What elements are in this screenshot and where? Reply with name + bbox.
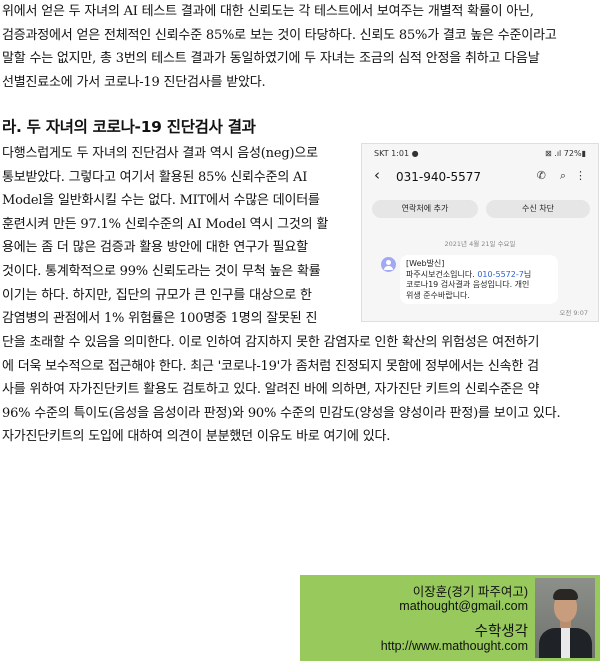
block-number-button[interactable]: 수신 차단 xyxy=(486,200,590,218)
message-line: 파주시보건소입니다. 010-5572-7님 xyxy=(406,270,552,281)
photo-hair xyxy=(553,589,578,600)
text-line: 훈련시켜 만든 97.1% 신뢰수준의 AI Model 역시 그것의 활 xyxy=(2,216,329,232)
author-photo xyxy=(535,578,595,658)
more-options-icon[interactable]: ⋮ xyxy=(575,169,586,182)
text-line: 용에는 좀 더 많은 검증과 활용 방안에 대한 연구가 필요할 xyxy=(2,240,308,256)
text-line: 에 더욱 보수적으로 접근해야 한다. 최근 '코로나-19'가 좀처럼 진정되… xyxy=(2,358,539,374)
message-date: 2021년 4월 21일 수요일 xyxy=(444,240,516,248)
photo-coat-left xyxy=(539,628,561,658)
text-line: 96% 수준의 특이도(음성을 음성이라 판정)와 90% 수준의 민감도(양성… xyxy=(2,405,561,421)
search-icon[interactable]: ⌕ xyxy=(560,169,566,183)
call-icon[interactable]: ✆ xyxy=(537,169,546,182)
conversation-header: ‹ 031-940-5577 ✆ ⌕ ⋮ xyxy=(374,166,588,188)
text-line: 다행스럽게도 두 자녀의 진단검사 결과 역시 음성(neg)으로 xyxy=(2,146,318,161)
text-line: 단을 초래할 수 있음을 의미한다. 이로 인하여 감지하지 못한 감염자로 인… xyxy=(2,335,540,350)
message-line: 위생 준수바랍니다. xyxy=(406,290,470,300)
sender-avatar-icon xyxy=(381,257,396,272)
intro-paragraph: 위에서 얻은 두 자녀의 AI 테스트 결과에 대한 신뢰도는 각 테스트에서 … xyxy=(2,0,598,94)
text-line: 통보받았다. 그렇다고 여기서 활용된 85% 신뢰수준의 AI xyxy=(2,169,308,185)
author-info-box: 이장훈(경기 파주여고) mathought@gmail.com 수학생각 ht… xyxy=(300,575,600,661)
result-paragraph: 다행스럽게도 두 자녀의 진단검사 결과 역시 음성(neg)으로 통보받았다.… xyxy=(2,142,350,331)
sms-screenshot: SKT 1:01 ● ⊠ .ıl 72%▮ ‹ 031-940-5577 ✆ ⌕… xyxy=(361,143,599,322)
text-line: 위에서 얻은 두 자녀의 AI 테스트 결과에 대한 신뢰도는 각 테스트에서 … xyxy=(2,4,534,19)
text-line: Model을 일반화시킬 수는 없다. MIT에서 수많은 데이터를 xyxy=(2,193,320,209)
phone-link[interactable]: 010-5572-7 xyxy=(477,270,524,279)
back-arrow-icon[interactable]: ‹ xyxy=(374,166,380,184)
text-line: 자가진단키트의 도입에 대하여 의견이 분분했던 이유도 바로 여기에 있다. xyxy=(2,429,391,445)
status-carrier-time: SKT 1:01 ● xyxy=(374,149,419,158)
sender-number: 031-940-5577 xyxy=(396,170,482,184)
text-line: 사를 위하여 자가진단키트 활용도 검토하고 있다. 알려진 바에 의하면, 자… xyxy=(2,382,540,398)
photo-coat-right xyxy=(570,628,592,658)
photo-shirt xyxy=(561,625,570,658)
author-email[interactable]: mathought@gmail.com xyxy=(399,599,528,613)
text-line: 말할 수는 없지만, 총 3번의 테스트 결과가 동일하였기에 두 자녀는 조금… xyxy=(2,51,540,67)
conclusion-paragraph: 단을 초래할 수 있음을 의미한다. 이로 인하여 감지하지 못한 감염자로 인… xyxy=(2,331,598,449)
site-name: 수학생각 xyxy=(474,624,528,640)
text-line: 선별진료소에 가서 코로나-19 진단검사를 받았다. xyxy=(2,74,266,90)
message-text: 님 xyxy=(523,269,532,279)
add-contact-button[interactable]: 연락처에 추가 xyxy=(372,200,478,218)
text-line: 이기는 하다. 하지만, 집단의 규모가 큰 인구를 대상으로 한 xyxy=(2,287,312,303)
section-heading: 라. 두 자녀의 코로나-19 진단검사 결과 xyxy=(2,118,256,136)
text-line: 검증과정에서 얻은 전체적인 신뢰수준 85%로 보는 것이 타당하다. 신뢰도… xyxy=(2,27,557,43)
message-text: 파주시보건소입니다. xyxy=(406,269,478,279)
message-line: [Web발신] xyxy=(406,259,445,268)
phone-status-bar: SKT 1:01 ● ⊠ .ıl 72%▮ xyxy=(374,149,586,161)
status-battery: ⊠ .ıl 72%▮ xyxy=(545,149,586,158)
text-line: 감염병의 관점에서 1% 위험률은 100명중 1명의 잘못된 진 xyxy=(2,311,318,327)
message-line: 코로나19 검사결과 음성입니다. 개인 xyxy=(406,280,530,289)
author-name: 이장훈(경기 파주여고) xyxy=(412,585,528,599)
site-url[interactable]: http://www.mathought.com xyxy=(381,639,528,653)
message-time: 오전 9:07 xyxy=(559,309,588,317)
message-bubble: [Web발신] 파주시보건소입니다. 010-5572-7님 코로나19 검사결… xyxy=(400,255,558,304)
text-line: 것이다. 통계학적으로 99% 신뢰도라는 것이 무척 높은 확률 xyxy=(2,263,321,279)
